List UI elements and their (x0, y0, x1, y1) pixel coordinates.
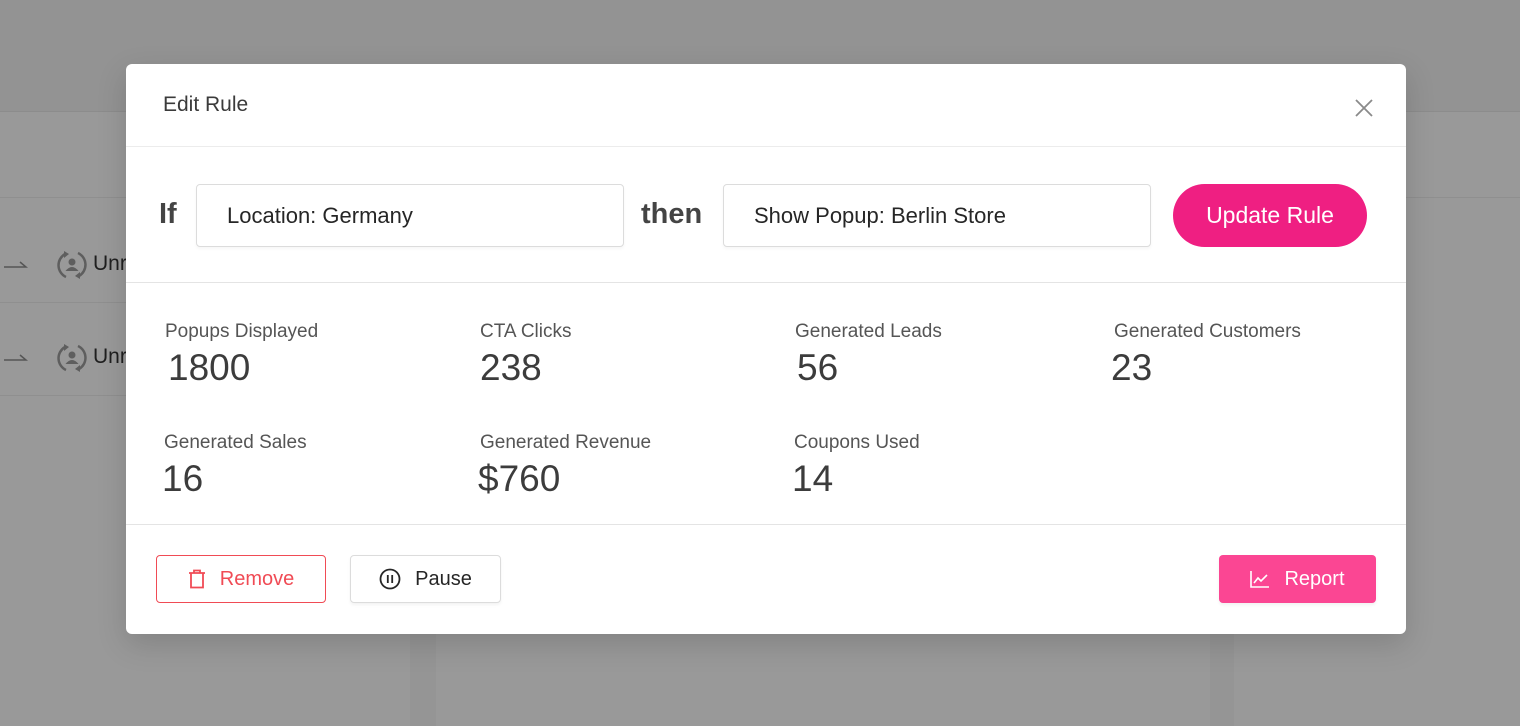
background-column-divider (410, 634, 436, 726)
condition-input[interactable] (196, 184, 624, 247)
stat-label: Generated Revenue (480, 432, 652, 453)
modal-title: Edit Rule (163, 93, 249, 116)
if-label: If (159, 198, 177, 230)
stat-value: $760 (478, 458, 561, 499)
stat-cta-clicks: CTA Clicks 238 (480, 321, 571, 389)
report-button-label: Report (1284, 567, 1345, 590)
pause-button-label: Pause (415, 567, 472, 590)
stat-value: 16 (162, 458, 204, 499)
line-chart-icon (1250, 571, 1270, 588)
background-list-row: Unr (0, 318, 126, 396)
trash-icon (188, 569, 205, 589)
report-button[interactable]: Report (1219, 555, 1376, 603)
stat-generated-revenue: Generated Revenue $760 (478, 432, 652, 500)
stat-coupons-used: Coupons Used 14 (792, 432, 920, 500)
stat-label: CTA Clicks (480, 321, 572, 342)
stat-value: 1800 (168, 347, 251, 388)
rule-editor: If then Update Rule (126, 147, 1406, 283)
stat-value: 56 (797, 347, 839, 388)
close-icon (1355, 99, 1373, 117)
stat-value: 238 (480, 347, 542, 388)
remove-button-label: Remove (219, 567, 295, 590)
stat-label: Generated Leads (795, 321, 942, 342)
edit-rule-modal: Edit Rule If then Update Rule Popups Dis… (126, 64, 1406, 634)
background-column-divider (1210, 634, 1234, 726)
stat-popups-displayed: Popups Displayed 1800 (165, 321, 318, 389)
modal-header: Edit Rule (126, 64, 1406, 147)
stat-label: Popups Displayed (165, 321, 319, 342)
arrow-icon (4, 354, 28, 361)
remove-button[interactable]: Remove (156, 555, 326, 603)
stat-label: Generated Customers (1114, 321, 1301, 342)
user-sync-icon (57, 251, 87, 279)
background-row-label: Unr (93, 345, 126, 368)
background-row-label: Unr (93, 252, 126, 275)
rule-stats: Popups Displayed 1800 CTA Clicks 238 Gen… (126, 283, 1406, 525)
stat-label: Generated Sales (164, 432, 307, 453)
stat-value: 23 (1111, 347, 1153, 388)
stat-generated-sales: Generated Sales 16 (162, 432, 307, 500)
close-button[interactable] (1350, 94, 1378, 122)
stat-value: 14 (792, 458, 834, 499)
stat-generated-customers: Generated Customers 23 (1111, 321, 1301, 389)
update-rule-button[interactable]: Update Rule (1173, 184, 1367, 247)
background-list-row: Unr (0, 225, 126, 303)
then-label: then (641, 198, 703, 230)
pause-button[interactable]: Pause (350, 555, 501, 603)
arrow-icon (4, 261, 28, 268)
stat-label: Coupons Used (794, 432, 920, 453)
user-sync-icon (57, 344, 87, 372)
modal-footer: Remove Pause Report (126, 525, 1406, 633)
stat-generated-leads: Generated Leads 56 (795, 321, 942, 389)
action-input[interactable] (723, 184, 1151, 247)
pause-icon (379, 568, 401, 590)
